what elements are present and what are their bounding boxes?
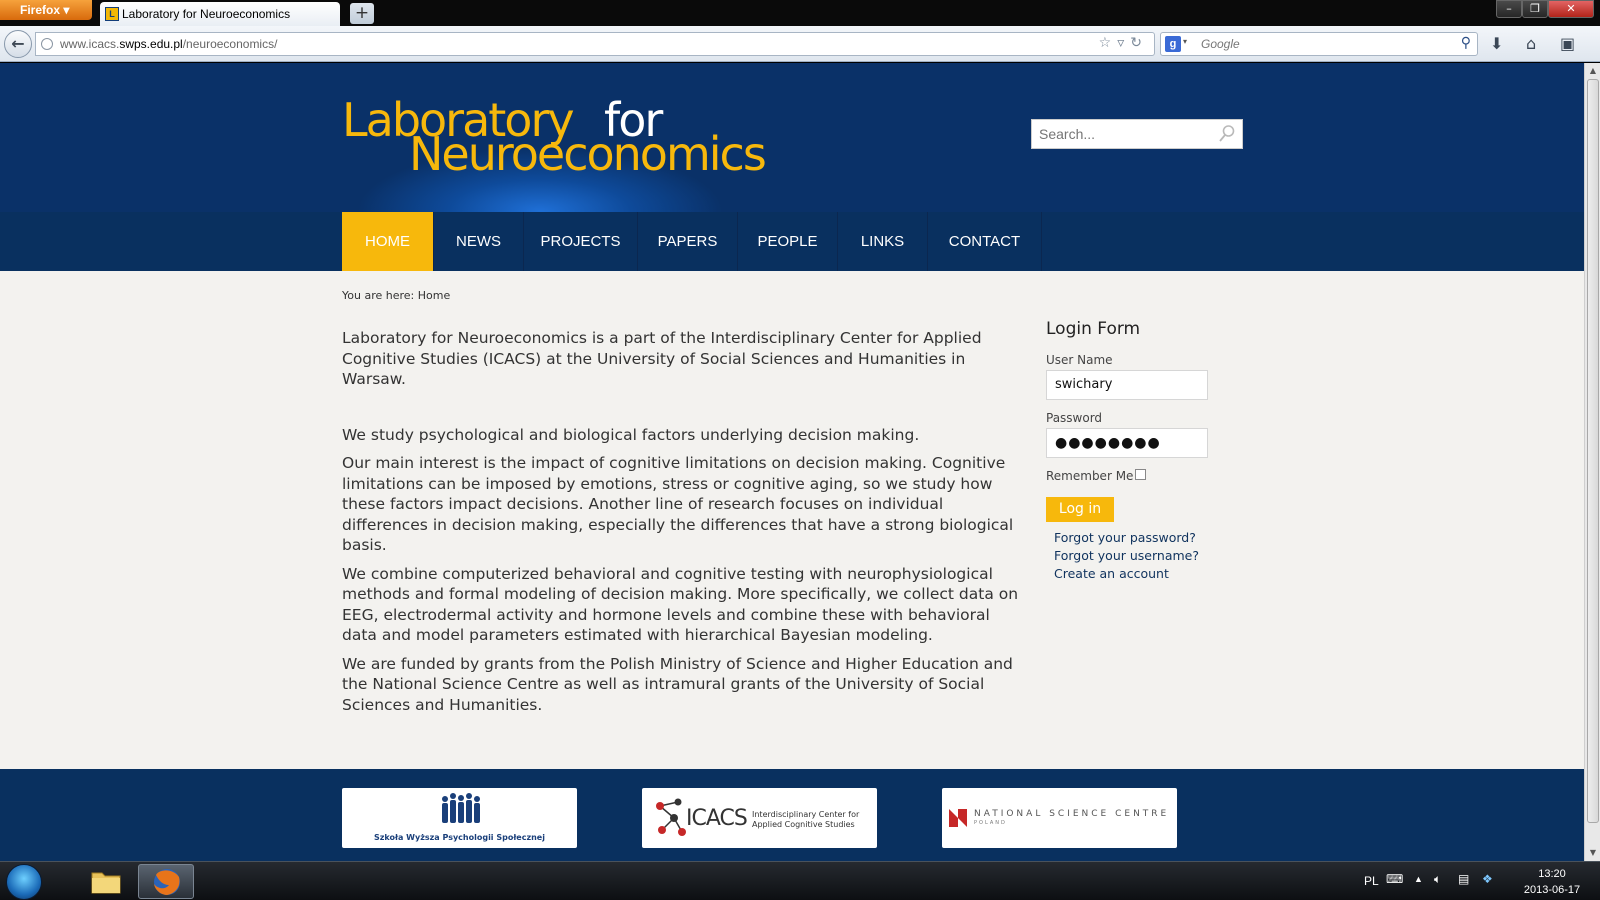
login-links: Forgot your password? Forgot your userna…	[1054, 529, 1246, 583]
scroll-down-icon[interactable]: ▼	[1585, 845, 1600, 861]
main-content: Laboratory for Neuroeconomics is a part …	[342, 328, 1022, 723]
login-form: Login Form User Name swichary Password ●…	[1046, 319, 1246, 583]
url-path: /neuroeconomics/	[182, 37, 278, 51]
globe-icon	[41, 38, 53, 50]
ncn-logo-icon	[949, 809, 967, 827]
password-field[interactable]: ●●●●●●●●	[1046, 428, 1208, 458]
firefox-icon	[154, 869, 180, 895]
web-page: Laboratory for Neuroeconomics HOME NEWS …	[0, 63, 1584, 861]
menu-item-news[interactable]: NEWS	[434, 212, 524, 271]
taskbar-clock[interactable]: 13:20 2013-06-17	[1512, 866, 1592, 898]
page-scrollbar[interactable]: ▲ ▼	[1584, 63, 1600, 861]
scrollbar-thumb[interactable]	[1587, 79, 1599, 823]
browser-titlebar: Firefox ▾ L Laboratory for Neuroeconomic…	[0, 0, 1600, 26]
taskbar-explorer-button[interactable]	[78, 864, 134, 899]
history-dropdown-icon[interactable]: ▿	[1117, 35, 1130, 51]
windows-taskbar: PL ⌨ ▲ 🔈︎ ▤ ❖ 13:20 2013-06-17	[0, 861, 1600, 900]
browser-tab-active[interactable]: L Laboratory for Neuroeconomics	[100, 2, 340, 26]
google-engine-icon[interactable]: g	[1165, 36, 1181, 52]
engine-dropdown-icon[interactable]: ▾	[1183, 37, 1187, 46]
browser-search-placeholder: Google	[1201, 37, 1240, 51]
breadcrumb-prefix: You are here:	[342, 289, 415, 302]
menu-item-papers[interactable]: PAPERS	[638, 212, 738, 271]
browser-navbar: ← www.icacs.swps.edu.pl/neuroeconomics/ …	[0, 26, 1600, 62]
scroll-up-icon[interactable]: ▲	[1585, 63, 1600, 79]
content-paragraph: Our main interest is the impact of cogni…	[342, 454, 1014, 554]
menu-item-home[interactable]: HOME	[342, 212, 434, 271]
folder-icon	[91, 872, 121, 894]
remember-me-checkbox[interactable]	[1135, 468, 1147, 480]
content-paragraph: Laboratory for Neuroeconomics is a part …	[342, 329, 982, 388]
site-favicon-icon: L	[105, 7, 119, 21]
url-bar-icons: ☆▿↻	[1099, 35, 1148, 51]
restore-button[interactable]: ❐	[1522, 0, 1548, 18]
back-button[interactable]: ←	[4, 30, 32, 58]
firefox-menu-button[interactable]: Firefox ▾	[0, 0, 92, 20]
icacs-logo-link[interactable]: ICACS Interdisciplinary Center for Appli…	[642, 788, 877, 848]
username-field[interactable]: swichary	[1046, 370, 1208, 400]
network-icon[interactable]: ▤	[1458, 872, 1469, 886]
tab-title: Laboratory for Neuroeconomics	[122, 7, 291, 21]
new-tab-button[interactable]: +	[350, 3, 374, 24]
swps-logo-link[interactable]: Szkoła Wyższa Psychologii Społecznej	[342, 788, 577, 848]
menu-item-contact[interactable]: CONTACT	[928, 212, 1042, 271]
logo-neuroeconomics: Neuroeconomics	[409, 127, 767, 181]
site-footer: Szkoła Wyższa Psychologii Społecznej ICA…	[0, 769, 1584, 861]
language-indicator[interactable]: PL	[1364, 874, 1379, 888]
content-paragraph: We are funded by grants from the Polish …	[342, 654, 1013, 714]
login-title: Login Form	[1046, 319, 1141, 339]
search-icon[interactable]	[1218, 124, 1236, 144]
home-icon[interactable]: ⌂	[1526, 34, 1536, 53]
swps-logo-text: Szkoła Wyższa Psychologii Społecznej	[374, 833, 545, 842]
ncn-logo-link[interactable]: NATIONAL SCIENCE CENTRE POLAND	[942, 788, 1177, 848]
keyboard-icon[interactable]: ⌨	[1386, 872, 1403, 886]
remember-me-row: Remember Me	[1046, 468, 1246, 483]
download-icon[interactable]: ⬇	[1490, 34, 1503, 53]
search-icon[interactable]: ⚲	[1461, 35, 1471, 51]
icacs-logo-text: ICACS	[686, 806, 748, 831]
login-button[interactable]: Log in	[1046, 497, 1114, 522]
icacs-logo-subtitle: Interdisciplinary Center for Applied Cog…	[752, 810, 860, 829]
addon-bar-icon[interactable]: ▣	[1560, 34, 1575, 53]
username-label: User Name	[1046, 353, 1113, 367]
content-paragraph: We study psychological and biological fa…	[342, 425, 920, 444]
menu-item-projects[interactable]: PROJECTS	[524, 212, 638, 271]
remember-me-label: Remember Me	[1046, 469, 1134, 483]
breadcrumb: You are here: Home	[342, 289, 450, 302]
close-window-button[interactable]: ✕	[1548, 0, 1594, 18]
content-paragraph: We combine computerized behavioral and c…	[342, 564, 1019, 645]
url-prefix: www.icacs.	[60, 37, 120, 51]
site-search-input[interactable]	[1032, 120, 1212, 148]
reload-icon[interactable]: ↻	[1130, 35, 1148, 51]
main-menu: HOME NEWS PROJECTS PAPERS PEOPLE LINKS C…	[0, 212, 1584, 271]
ncn-logo-text: NATIONAL SCIENCE CENTRE	[974, 809, 1170, 819]
taskbar-firefox-button[interactable]	[138, 864, 194, 899]
tray-expand-icon[interactable]: ▲	[1414, 874, 1423, 884]
url-domain: swps.edu.pl	[119, 37, 183, 51]
minimize-button[interactable]: –	[1496, 0, 1522, 18]
password-label: Password	[1046, 411, 1103, 425]
start-button[interactable]	[6, 864, 42, 900]
site-search-box	[1031, 119, 1243, 149]
create-account-link[interactable]: Create an account	[1054, 565, 1246, 583]
breadcrumb-current: Home	[417, 289, 451, 302]
volume-icon[interactable]: 🔈︎	[1434, 872, 1441, 887]
ncn-logo-subtitle: POLAND	[974, 820, 1007, 826]
dropbox-icon[interactable]: ❖	[1482, 872, 1493, 886]
clock-date: 2013-06-17	[1523, 884, 1581, 896]
forgot-password-link[interactable]: Forgot your password?	[1054, 529, 1246, 547]
forgot-username-link[interactable]: Forgot your username?	[1054, 547, 1246, 565]
icacs-molecule-icon	[656, 798, 686, 836]
clock-time: 13:20	[1538, 868, 1566, 880]
menu-item-links[interactable]: LINKS	[838, 212, 928, 271]
bookmark-star-icon[interactable]: ☆	[1099, 35, 1118, 51]
menu-item-people[interactable]: PEOPLE	[738, 212, 838, 271]
site-header: Laboratory for Neuroeconomics	[0, 63, 1584, 212]
browser-search-box[interactable]: g ▾ Google ⚲	[1160, 32, 1478, 56]
firefox-menu-label: Firefox	[20, 3, 61, 17]
url-bar[interactable]: www.icacs.swps.edu.pl/neuroeconomics/ ☆▿…	[35, 32, 1155, 56]
